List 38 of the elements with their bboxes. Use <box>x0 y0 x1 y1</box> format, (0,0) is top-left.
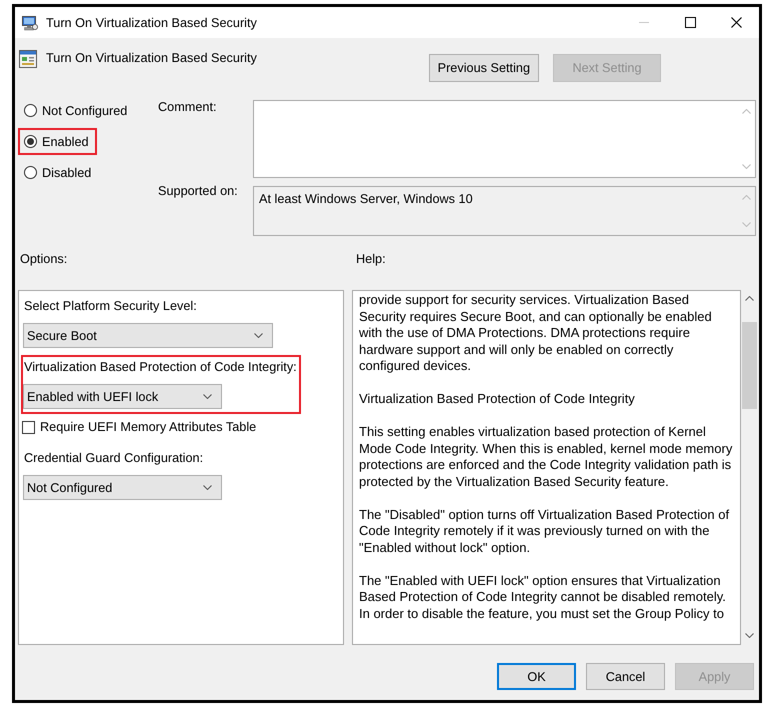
help-paragraph: The "Enabled with UEFI lock" option ensures that Virtualization Based Protection of Code Integrity cannot be disabled remotely. In order to disable the feature, you must set the Group Policy to <box>359 572 727 622</box>
option-label: Select Platform Security Level: <box>23 298 197 314</box>
option-label: Virtualization Based Protection of Code Integrity: <box>23 359 297 375</box>
dialog-button[interactable]: Cancel <box>586 663 665 690</box>
help-paragraph: provide support for security services. Virtualization Based Security requires Secure Boot, and can optionally be enabled with the use of DMA Protections. DMA protections require hardware support and will only be enabled on correctly configured devices. <box>359 292 713 374</box>
dropdown[interactable]: Not Configured <box>23 475 222 500</box>
help-paragraph: Virtualization Based Protection of Code Integrity <box>359 391 636 408</box>
setting-title: Turn On Virtualization Based Security <box>46 51 257 66</box>
option-label: Credential Guard Configuration: <box>23 450 204 466</box>
setting-nav-button[interactable]: Previous Setting <box>428 54 539 82</box>
help-paragraph: This setting enables virtualization based protection of Kernel Mode Code Integrity. When this is enabled, kernel mode memory protections are enforced and the Code Integrity validation path is protected by the Virtualization Based Security feature. <box>359 424 734 490</box>
scroll-up-icon <box>742 195 751 200</box>
supported-on-text: At least Windows Server, Windows 10 <box>258 191 473 208</box>
dialog-button[interactable]: OK <box>497 663 576 690</box>
supported-on-label: Supported on: <box>158 184 239 199</box>
chevron-down-icon <box>203 485 212 490</box>
help-paragraph: The "Disabled" option turns off Virtualization Based Protection of Code Integrity remotely if it was previously turned on with the "Enabled without lock" option. <box>359 506 730 556</box>
scroll-down-icon <box>742 164 751 169</box>
radio-option[interactable]: Enabled <box>24 134 89 150</box>
chevron-down-icon <box>254 333 263 338</box>
scrollbar-thumb[interactable] <box>742 322 757 409</box>
checkbox-option[interactable]: Require UEFI Memory Attributes Table <box>21 419 256 435</box>
chevron-down-icon <box>203 394 212 399</box>
window-title: Turn On Virtualization Based Security <box>46 16 257 30</box>
comment-field[interactable] <box>253 100 756 178</box>
help-label: Help: <box>356 252 386 267</box>
scroll-up-icon[interactable] <box>745 296 754 301</box>
options-label: Options: <box>20 252 68 267</box>
computer-icon <box>22 14 38 30</box>
window-icon <box>19 50 37 68</box>
radio-option[interactable]: Not Configured <box>24 102 128 118</box>
comment-label: Comment: <box>158 100 218 115</box>
scroll-up-icon <box>742 109 751 114</box>
dropdown[interactable]: Secure Boot <box>23 323 273 348</box>
dropdown[interactable]: Enabled with UEFI lock <box>23 384 222 409</box>
scroll-down-icon[interactable] <box>745 633 754 638</box>
scroll-down-icon <box>742 222 751 227</box>
radio-option[interactable]: Disabled <box>24 164 92 180</box>
